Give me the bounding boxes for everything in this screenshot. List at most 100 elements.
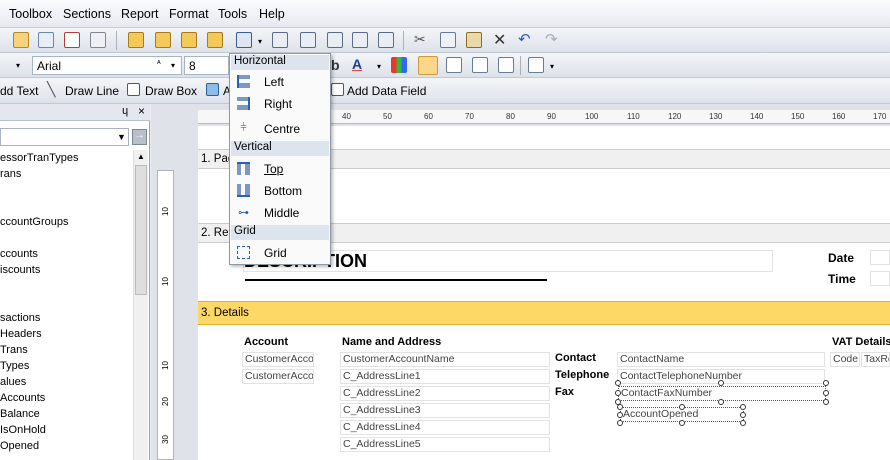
time-label[interactable]: Time [828,272,856,286]
tree-item[interactable]: sactions [0,312,40,324]
tree-item[interactable]: Accounts [0,392,45,404]
preview-icon[interactable] [64,32,80,48]
align-right-text-icon[interactable] [472,57,488,73]
menu-report[interactable]: Report [121,7,159,21]
telephone-label[interactable]: Telephone [555,369,609,381]
resize-handle[interactable] [823,390,829,396]
bring-forward-icon[interactable] [181,32,197,48]
copy-icon[interactable] [440,32,456,48]
panel-close-icon[interactable]: × [138,104,145,118]
font-color-dropdown-icon[interactable]: ▾ [377,62,381,71]
align-top-item[interactable]: Top [264,162,283,176]
resize-handle[interactable] [718,380,724,386]
resize-handle[interactable] [617,420,623,426]
tax-reference-field[interactable]: TaxRe [861,352,890,367]
pin-icon[interactable]: ɥ [122,105,128,117]
edit-icon[interactable] [38,32,54,48]
tree-scrollbar[interactable]: ▲ [133,150,148,460]
menu-format[interactable]: Format [169,7,209,21]
align-right-item[interactable]: Right [264,97,292,111]
address-line4-field[interactable]: C_AddressLine4 [340,420,550,435]
data-source-combo[interactable]: ▼ [0,128,129,146]
draw-line-button[interactable]: Draw Line [65,84,119,98]
resize-handle[interactable] [740,420,746,426]
cut-icon[interactable]: ✂ [414,31,426,48]
list-dropdown-icon[interactable]: ▾ [550,62,554,71]
resize-handle[interactable] [617,412,623,418]
tree-item[interactable]: rans [0,168,21,180]
align-left-item[interactable]: Left [264,75,284,89]
add-data-field-button[interactable]: Add Data Field [347,84,426,98]
name-address-column-label[interactable]: Name and Address [342,336,441,348]
scroll-thumb[interactable] [135,165,147,295]
vat-details-column-label[interactable]: VAT Details [832,336,890,348]
align-left-text-icon[interactable] [418,56,438,75]
bold-icon[interactable]: b [331,57,340,73]
resize-handle[interactable] [740,404,746,410]
refresh-icon[interactable]: → [132,129,147,145]
contact-name-field[interactable]: ContactName [617,352,825,367]
align-centre-item[interactable]: Centre [264,122,300,136]
draw-box-button[interactable]: Draw Box [145,84,197,98]
resize-handle[interactable] [679,404,685,410]
menu-toolbox[interactable]: Toolbox [9,7,52,21]
tree-item[interactable]: alues [0,376,26,388]
horizontal-spacing-icon[interactable] [352,32,368,48]
resize-handle[interactable] [615,380,621,386]
same-size-icon[interactable] [327,32,343,48]
customer-account-field[interactable]: CustomerAcco [242,352,314,367]
same-height-icon[interactable] [300,32,316,48]
align-middle-item[interactable]: Middle [264,206,299,220]
fax-label[interactable]: Fax [555,386,574,398]
tree-item[interactable]: essorTranTypes [0,152,78,164]
tree-item[interactable]: IsOnHold [0,424,46,436]
redo-icon[interactable]: ↷ [545,30,558,48]
resize-handle[interactable] [718,399,724,405]
font-size-combo[interactable]: 8 [184,56,229,75]
vat-code-field[interactable]: Code [830,352,860,367]
menu-sections[interactable]: Sections [63,7,111,21]
resize-handle[interactable] [615,390,621,396]
align-dropdown-icon[interactable]: ▾ [258,37,262,46]
justify-text-icon[interactable] [498,57,514,73]
window-icon[interactable] [90,32,106,48]
address-line3-field[interactable]: C_AddressLine3 [340,403,550,418]
customer-account-field[interactable]: CustomerAcco [242,369,314,384]
send-backward-icon[interactable] [207,32,223,48]
account-column-label[interactable]: Account [244,336,288,348]
vertical-spacing-icon[interactable] [378,32,394,48]
customer-account-name-field[interactable]: CustomerAccountName [340,352,550,367]
resize-handle[interactable] [740,412,746,418]
tree-item[interactable]: iscounts [0,264,40,276]
address-line5-field[interactable]: C_AddressLine5 [340,437,550,452]
resize-handle[interactable] [823,399,829,405]
band-details[interactable]: 3. Details [198,301,890,325]
tree-item[interactable]: ccountGroups [0,216,68,228]
bring-front-icon[interactable] [128,32,144,48]
scroll-up-icon[interactable]: ▲ [137,152,145,161]
font-dropdown-icon[interactable]: ▾ [171,61,175,70]
time-field[interactable] [870,271,890,286]
menu-help[interactable]: Help [259,7,285,21]
tree-item[interactable]: Trans [0,344,28,356]
tree-item[interactable]: Types [0,360,29,372]
date-label[interactable]: Date [828,251,854,265]
page-setup-icon[interactable] [13,32,29,48]
data-source-dropdown-icon[interactable]: ▼ [117,132,126,142]
undo-icon[interactable]: ↶ [518,30,531,48]
font-color-icon[interactable]: A [352,56,362,72]
paste-icon[interactable] [466,32,482,48]
delete-icon[interactable]: ✕ [493,30,506,50]
align-icon[interactable] [236,32,252,48]
color-palette-icon[interactable] [391,57,407,73]
resize-handle[interactable] [679,420,685,426]
tree-item[interactable]: Opened [0,440,39,452]
same-width-icon[interactable] [272,32,288,48]
title-underline[interactable] [245,279,547,281]
style-dropdown-icon[interactable]: ▾ [16,61,20,70]
send-back-icon[interactable] [155,32,171,48]
align-center-text-icon[interactable] [446,57,462,73]
tree-item[interactable]: Headers [0,328,42,340]
list-icon[interactable] [528,57,544,73]
address-line1-field[interactable]: C_AddressLine1 [340,369,550,384]
